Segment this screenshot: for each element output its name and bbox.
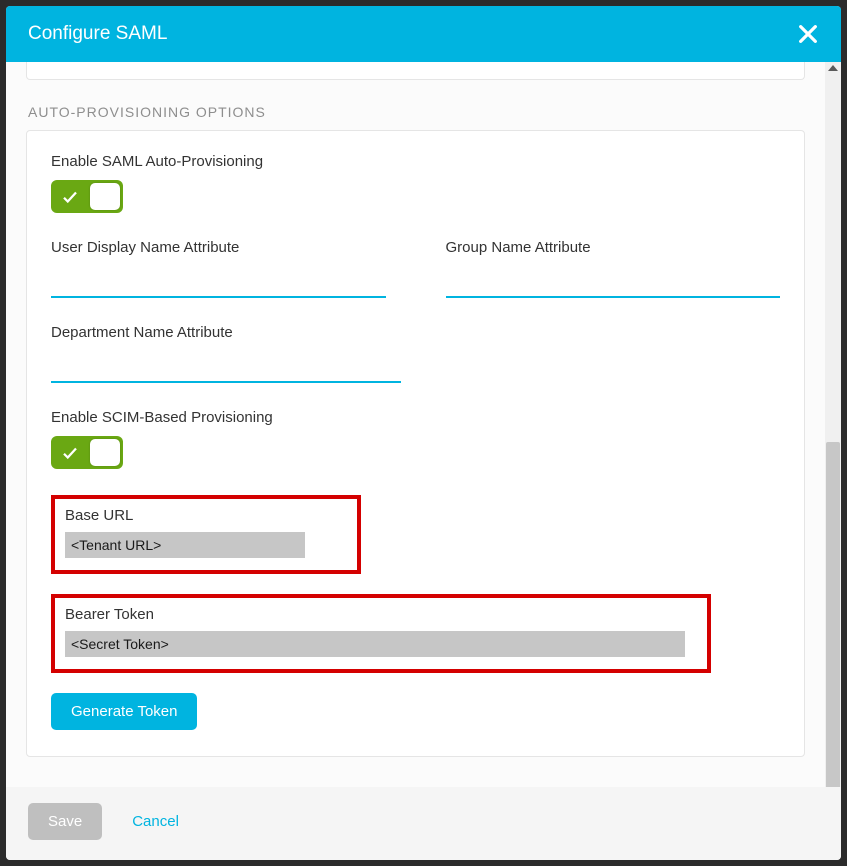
field-enable-scim: Enable SCIM-Based Provisioning [51, 409, 780, 469]
toggle-enable-saml-autoprov[interactable] [51, 180, 123, 213]
field-user-display-name-attr: User Display Name Attribute [51, 239, 386, 298]
modal-header: Configure SAML [6, 6, 841, 62]
save-button[interactable]: Save [28, 803, 102, 840]
modal-title: Configure SAML [28, 23, 167, 45]
label-enable-saml-autoprov: Enable SAML Auto-Provisioning [51, 153, 780, 170]
input-bearer-token[interactable] [65, 631, 685, 657]
label-group-name-attr: Group Name Attribute [446, 239, 781, 256]
label-department-name-attr: Department Name Attribute [51, 324, 401, 341]
cancel-button[interactable]: Cancel [120, 803, 191, 840]
input-department-name-attr[interactable] [51, 351, 401, 383]
input-user-display-name-attr[interactable] [51, 266, 386, 298]
modal-body: AUTO-PROVISIONING OPTIONS Enable SAML Au… [6, 62, 825, 787]
check-icon [54, 188, 86, 206]
previous-section-edge [26, 62, 805, 80]
field-department-name-attr: Department Name Attribute [51, 324, 401, 383]
toggle-knob [90, 183, 120, 210]
highlight-base-url: Base URL [51, 495, 361, 574]
field-enable-saml-autoprov: Enable SAML Auto-Provisioning [51, 153, 780, 213]
label-user-display-name-attr: User Display Name Attribute [51, 239, 386, 256]
configure-saml-modal: Configure SAML AUTO-PROVISIONING OPTIONS… [6, 6, 841, 860]
input-base-url[interactable] [65, 532, 305, 558]
auto-provisioning-card: Enable SAML Auto-Provisioning User Displ… [26, 130, 805, 757]
field-group-name-attr: Group Name Attribute [446, 239, 781, 298]
toggle-knob [90, 439, 120, 466]
label-bearer-token: Bearer Token [65, 606, 697, 623]
highlight-bearer-token: Bearer Token [51, 594, 711, 673]
generate-token-button[interactable]: Generate Token [51, 693, 197, 730]
vertical-scrollbar[interactable] [825, 62, 841, 787]
toggle-enable-scim[interactable] [51, 436, 123, 469]
modal-body-wrapper: AUTO-PROVISIONING OPTIONS Enable SAML Au… [6, 62, 841, 787]
label-enable-scim: Enable SCIM-Based Provisioning [51, 409, 780, 426]
section-title: AUTO-PROVISIONING OPTIONS [28, 104, 805, 120]
close-icon[interactable] [797, 23, 819, 45]
scroll-up-icon[interactable] [828, 65, 838, 71]
input-group-name-attr[interactable] [446, 266, 781, 298]
attr-row-2: Department Name Attribute [51, 324, 780, 409]
check-icon [54, 444, 86, 462]
scrollbar-thumb[interactable] [826, 442, 840, 787]
modal-footer: Save Cancel [6, 787, 841, 860]
label-base-url: Base URL [65, 507, 347, 524]
attr-row-1: User Display Name Attribute Group Name A… [51, 239, 780, 324]
